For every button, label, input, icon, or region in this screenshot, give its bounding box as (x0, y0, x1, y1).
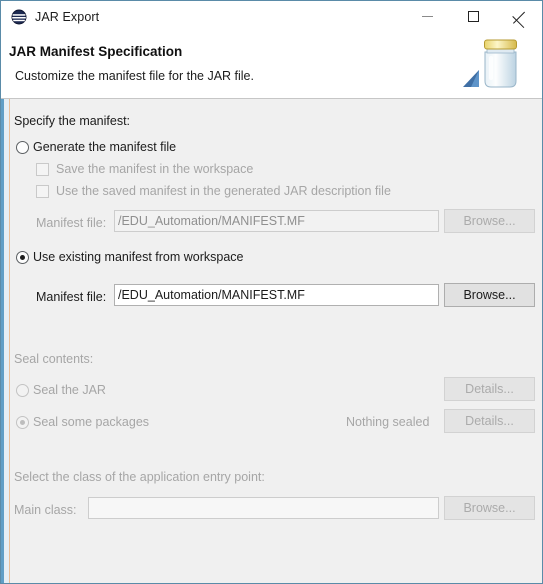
seal-packages-details-button[interactable]: Details... (444, 409, 535, 433)
checkbox-save-manifest-workspace-label: Save the manifest in the workspace (56, 162, 254, 176)
radio-use-existing-manifest[interactable] (16, 251, 29, 264)
existing-manifest-file-input[interactable] (114, 284, 439, 306)
wizard-body: Specify the manifest: Generate the manif… (1, 99, 542, 583)
checkbox-use-saved-manifest[interactable] (36, 185, 49, 198)
seal-contents-group-label: Seal contents: (14, 352, 94, 366)
page-title: JAR Manifest Specification (9, 44, 183, 59)
radio-seal-some-packages[interactable] (16, 416, 29, 429)
radio-use-existing-manifest-label: Use existing manifest from workspace (33, 250, 244, 264)
checkbox-save-manifest-workspace[interactable] (36, 163, 49, 176)
existing-manifest-browse-button[interactable]: Browse... (444, 283, 535, 307)
main-class-input[interactable] (88, 497, 439, 519)
jar-export-icon (11, 9, 27, 25)
maximize-icon (467, 11, 479, 22)
jar-export-dialog: JAR Export JAR Manifest Specification Cu… (0, 0, 543, 584)
close-icon (513, 10, 526, 23)
radio-generate-manifest-label: Generate the manifest file (33, 140, 177, 154)
seal-jar-details-button[interactable]: Details... (444, 377, 535, 401)
radio-seal-the-jar[interactable] (16, 384, 29, 397)
settings-pane: Specify the manifest: Generate the manif… (10, 99, 542, 583)
wizard-header: JAR Manifest Specification Customize the… (1, 32, 542, 99)
generate-manifest-file-label: Manifest file: (36, 216, 107, 230)
specify-manifest-group-label: Specify the manifest: (14, 114, 131, 128)
seal-status-text: Nothing sealed (346, 415, 430, 429)
minimize-icon (421, 16, 433, 17)
page-subtitle: Customize the manifest file for the JAR … (15, 69, 254, 83)
radio-seal-some-packages-label: Seal some packages (33, 415, 150, 429)
minimize-button[interactable] (404, 1, 450, 32)
checkbox-use-saved-manifest-label: Use the saved manifest in the generated … (56, 184, 391, 198)
entry-point-group-label: Select the class of the application entr… (14, 470, 265, 484)
main-class-label: Main class: (14, 503, 77, 517)
window-controls (404, 1, 542, 32)
radio-seal-the-jar-label: Seal the JAR (33, 383, 106, 397)
maximize-button[interactable] (450, 1, 496, 32)
main-class-browse-button[interactable]: Browse... (444, 496, 535, 520)
jar-with-arrow-icon (458, 34, 534, 98)
radio-generate-manifest[interactable] (16, 141, 29, 154)
window-titlebar[interactable]: JAR Export (1, 1, 542, 32)
generate-manifest-browse-button[interactable]: Browse... (444, 209, 535, 233)
close-button[interactable] (496, 1, 542, 32)
window-title: JAR Export (35, 9, 100, 24)
existing-manifest-file-label: Manifest file: (36, 290, 107, 304)
generate-manifest-file-input[interactable] (114, 210, 439, 232)
